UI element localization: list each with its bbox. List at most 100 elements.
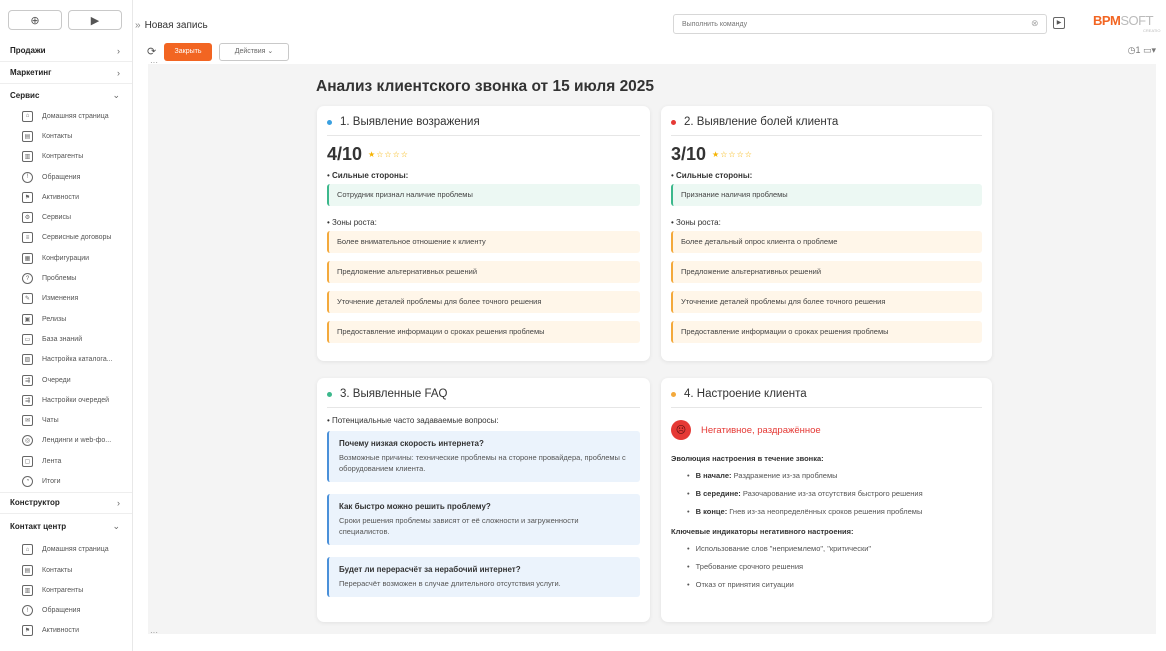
card-title: 2. Выявление болей клиента xyxy=(684,116,839,128)
star-rating-icon: ★☆☆☆☆ xyxy=(368,150,409,159)
faq-question: Почему низкая скорость интернета? xyxy=(339,439,484,448)
clear-icon[interactable]: ⊗ xyxy=(1031,18,1039,29)
report-title: Анализ клиентского звонка от 15 июля 202… xyxy=(316,78,655,95)
catalog-icon: ▨ xyxy=(22,354,33,366)
chevron-down-icon: ⌄ xyxy=(112,521,120,532)
sidebar-item[interactable]: ⇶ Очереди xyxy=(0,370,132,390)
status-dot xyxy=(671,119,676,125)
add-button[interactable]: ⊕ xyxy=(8,10,62,30)
notifications[interactable]: ◷1 ▭▾ xyxy=(1128,45,1156,56)
sidebar-item[interactable]: ◔ Итоги xyxy=(0,471,132,491)
sidebar-item[interactable]: ▦ Конфигурации xyxy=(0,248,132,268)
growth-item: Предложение альтернативных решений xyxy=(327,261,640,283)
sidebar-item[interactable]: ⇶ Настройки очередей xyxy=(0,390,132,410)
sidebar-top: ⊕ ▶ xyxy=(0,0,132,40)
chevron-right-icon: › xyxy=(117,45,120,56)
flag-icon: ⚑ xyxy=(22,191,33,203)
faq-question: Будет ли перерасчёт за нерабочий интерне… xyxy=(339,565,521,574)
chevron-down-icon: ⌄ xyxy=(112,89,120,100)
page-title: Новая запись xyxy=(144,19,208,31)
breadcrumb-expand-icon[interactable]: » xyxy=(135,20,141,31)
flag-icon: ⚑ xyxy=(22,625,33,637)
play-button[interactable]: ▶ xyxy=(68,10,122,30)
sidebar-item[interactable]: ◎ Лендинги и web-фо... xyxy=(0,431,132,451)
growth-label: • Зоны роста: xyxy=(327,218,377,227)
chevron-right-icon: › xyxy=(117,67,120,78)
status-dot xyxy=(327,119,332,125)
score-row: 3/10 ★☆☆☆☆ xyxy=(671,144,982,165)
queue-settings-icon: ⇶ xyxy=(22,394,33,406)
problem-icon: ? xyxy=(22,273,33,285)
sidebar-item[interactable]: ▤ Контакты xyxy=(0,126,132,146)
sidebar-item-label: Лента xyxy=(42,457,62,465)
section-contact-center[interactable]: Контакт центр ⌄ xyxy=(0,514,132,540)
feed-icon: ▢ xyxy=(22,455,33,467)
indicators-label: Ключевые индикаторы негативного настроен… xyxy=(671,527,854,536)
star-rating-icon: ★☆☆☆☆ xyxy=(712,150,753,159)
angry-face-icon: ☹ xyxy=(671,420,691,440)
card-header: 4. Настроение клиента xyxy=(671,388,982,408)
sidebar-item[interactable]: ? Проблемы xyxy=(0,268,132,288)
status-dot xyxy=(327,391,332,397)
faq-subtitle: • Потенциальные часто задаваемые вопросы… xyxy=(327,416,499,425)
chat-icon: ✉ xyxy=(22,415,33,427)
play-icon[interactable]: ▶ xyxy=(1053,17,1065,29)
sidebar-item[interactable]: ⌂ Домашняя страница xyxy=(0,540,132,560)
growth-label: • Зоны роста: xyxy=(671,218,721,227)
evolution-value: Раздражение из-за проблемы xyxy=(733,471,838,480)
refresh-icon[interactable]: ⟳ xyxy=(147,45,156,58)
section-constructor[interactable]: Конструктор › xyxy=(0,491,132,514)
card-title: 1. Выявление возражения xyxy=(340,116,480,128)
logo: BPMSOFT xyxy=(1093,13,1154,28)
close-button[interactable]: Закрыть xyxy=(164,43,212,61)
sidebar-item-label: Итоги xyxy=(42,477,61,485)
sidebar-item[interactable]: ⚑ Активности xyxy=(0,187,132,207)
sidebar-item[interactable]: ⌂ Домашняя страница xyxy=(0,106,132,126)
sidebar-item[interactable]: ! Обращения xyxy=(0,601,132,621)
growth-item: Предложение альтернативных решений xyxy=(671,261,982,283)
sidebar-item[interactable]: ▢ Лента xyxy=(0,451,132,471)
sidebar-item[interactable]: ! Обращения xyxy=(0,167,132,187)
actions-dropdown[interactable]: Действия ⌄ xyxy=(219,43,289,61)
sidebar-item[interactable]: ▥ Контрагенты xyxy=(0,147,132,167)
section-marketing[interactable]: Маркетинг › xyxy=(0,62,132,84)
sidebar-item[interactable]: ≡ Сервисные договоры xyxy=(0,228,132,248)
sidebar-item[interactable]: ⚙ Сервисы xyxy=(0,207,132,227)
section-sales[interactable]: Продажи › xyxy=(0,40,132,62)
sidebar-item[interactable]: ▭ База знаний xyxy=(0,329,132,349)
sidebar-item[interactable]: ⚑ Активности xyxy=(0,621,132,641)
sidebar-item-label: Сервисы xyxy=(42,214,72,222)
growth-item: Более внимательное отношение к клиенту xyxy=(327,231,640,253)
chat-panel-icon[interactable]: ▭▾ xyxy=(1143,45,1156,55)
sidebar-item[interactable]: ✉ Чаты xyxy=(0,410,132,430)
evolution-item: В начале: Раздражение из-за проблемы xyxy=(671,467,982,485)
queue-icon: ⇶ xyxy=(22,374,33,386)
sidebar-item[interactable]: ✎ Изменения xyxy=(0,289,132,309)
section-label: Маркетинг xyxy=(10,68,52,77)
card-header: 1. Выявление возражения xyxy=(327,116,640,136)
logo-sub: CREATIO xyxy=(1143,28,1161,33)
sidebar-item[interactable]: ▨ Настройка каталога... xyxy=(0,350,132,370)
sidebar-item-label: Домашняя страница xyxy=(42,112,109,120)
topbar: » Новая запись ⊗ ▶ BPMSOFT CREATIO xyxy=(133,10,1166,40)
faq-item: Будет ли перерасчёт за нерабочий интерне… xyxy=(327,557,640,597)
indicator-item: Требование срочного решения xyxy=(671,558,982,576)
card-pains: 2. Выявление болей клиента 3/10 ★☆☆☆☆ • С… xyxy=(661,106,992,361)
sidebar-item-label: Конфигурации xyxy=(42,254,90,262)
growth-item: Уточнение деталей проблемы для более точ… xyxy=(671,291,982,313)
sidebar-item-label: Изменения xyxy=(42,295,79,303)
card-title: 4. Настроение клиента xyxy=(684,388,807,400)
sidebar-item[interactable]: ▥ Контрагенты xyxy=(0,580,132,600)
strengths-label-text: Сильные стороны: xyxy=(676,171,753,180)
growth-item: Уточнение деталей проблемы для более точ… xyxy=(327,291,640,313)
section-label: Сервис xyxy=(10,90,40,100)
sidebar-item[interactable]: ▤ Контакты xyxy=(0,560,132,580)
accounts-icon: ▥ xyxy=(22,584,33,596)
section-service[interactable]: Сервис ⌄ xyxy=(0,84,132,106)
strength-item: Признание наличия проблемы xyxy=(671,184,982,206)
evolution-value: Гнев из-за неопределённых сроков решения… xyxy=(729,507,923,516)
sidebar-item[interactable]: ▣ Релизы xyxy=(0,309,132,329)
evolution-key: В начале: xyxy=(695,471,732,480)
command-input[interactable] xyxy=(673,14,1047,34)
mood-text: Негативное, раздражённое xyxy=(701,424,821,436)
